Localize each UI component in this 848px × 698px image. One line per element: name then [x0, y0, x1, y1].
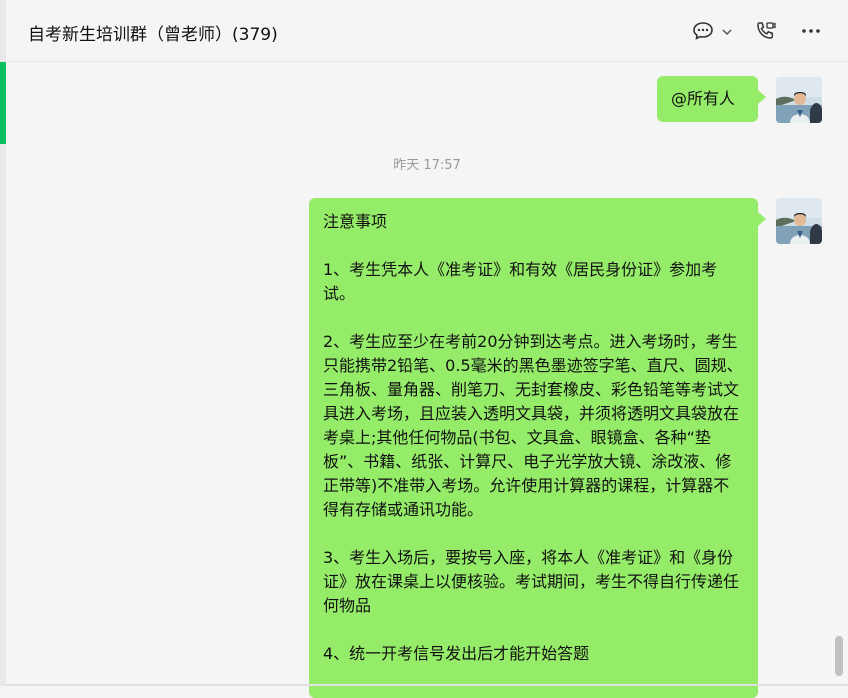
more-options-icon[interactable] — [800, 20, 822, 42]
scrollbar-track[interactable] — [832, 62, 848, 686]
message-list[interactable]: @所有人 昨天 17:57 注意事项 1、考生凭本人《准考证》和有效《居民身份证… — [6, 62, 848, 698]
chat-title: 自考新生培训群（曾老师）(379) — [28, 25, 278, 45]
scrollbar-thumb[interactable] — [835, 636, 843, 676]
video-call-icon[interactable] — [754, 20, 776, 42]
chat-bubble-icon[interactable] — [692, 20, 714, 42]
sender-avatar[interactable] — [776, 77, 822, 123]
message-bubble[interactable]: 注意事项 1、考生凭本人《准考证》和有效《居民身份证》参加考试。 2、考生应至少… — [309, 198, 766, 698]
message-bubble[interactable]: @所有人 — [657, 76, 766, 122]
chevron-down-icon[interactable] — [720, 24, 734, 38]
message-timestamp: 昨天 17:57 — [393, 158, 461, 173]
chat-header: 自考新生培训群（曾老师）(379) — [6, 0, 848, 62]
sender-avatar[interactable] — [776, 198, 822, 244]
